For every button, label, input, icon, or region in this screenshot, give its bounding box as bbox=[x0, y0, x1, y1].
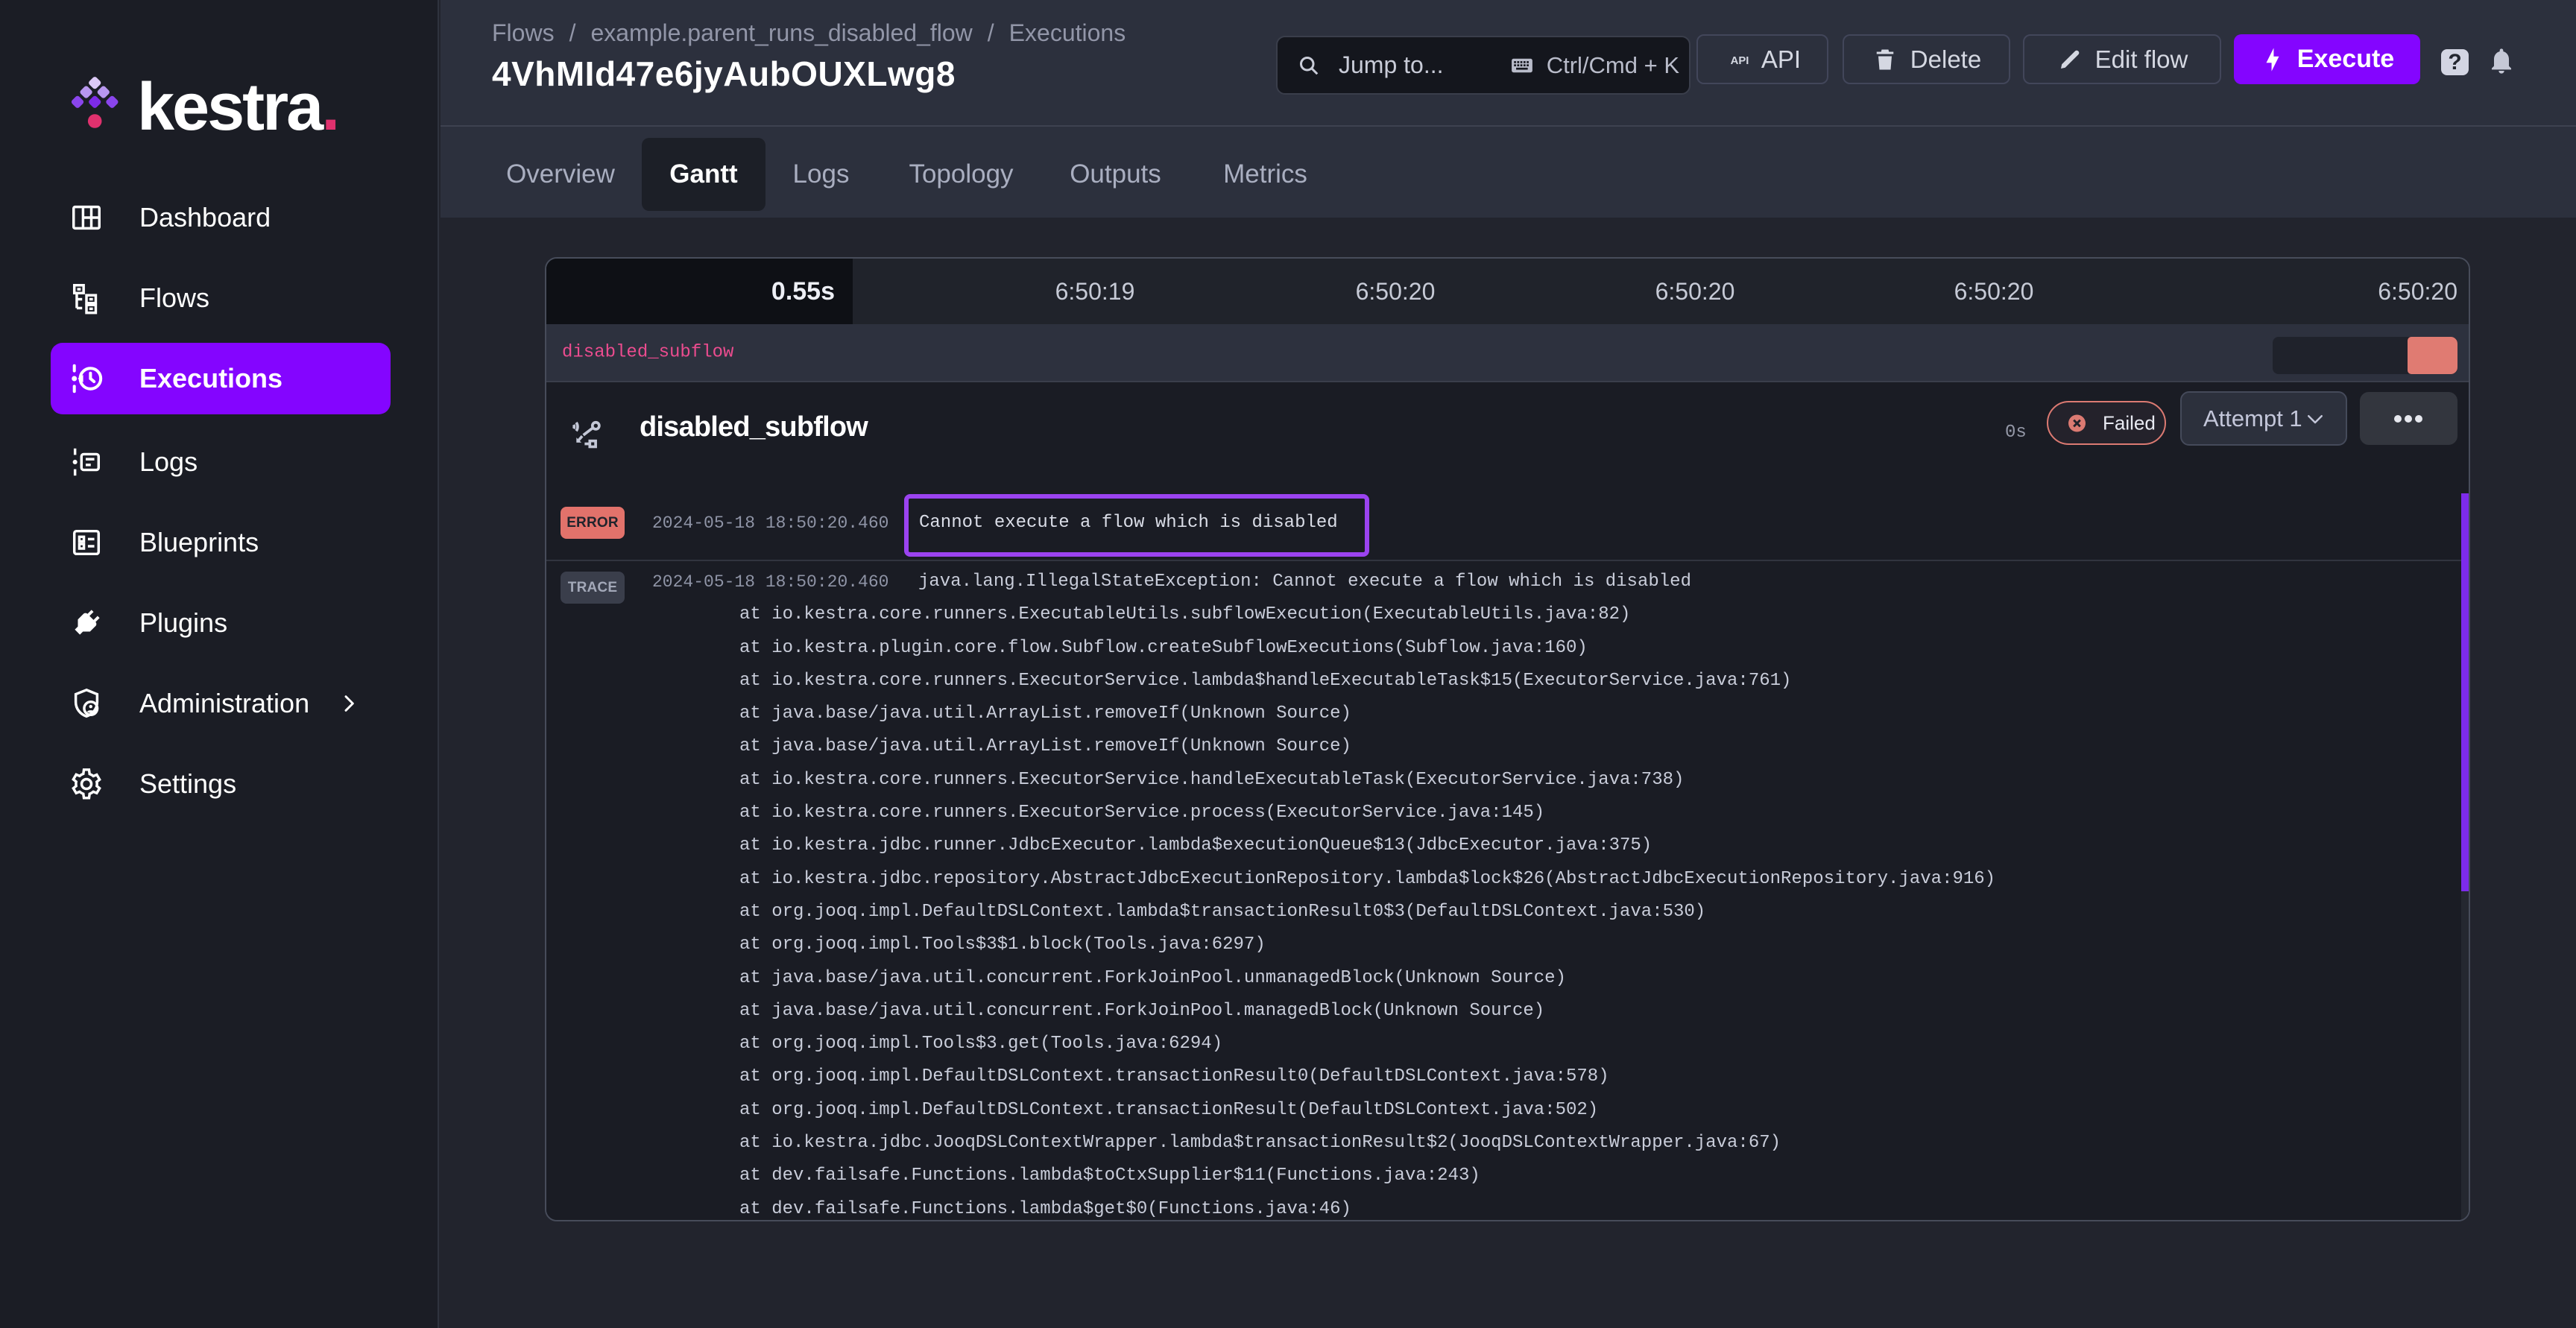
svg-text:API: API bbox=[1731, 55, 1749, 67]
